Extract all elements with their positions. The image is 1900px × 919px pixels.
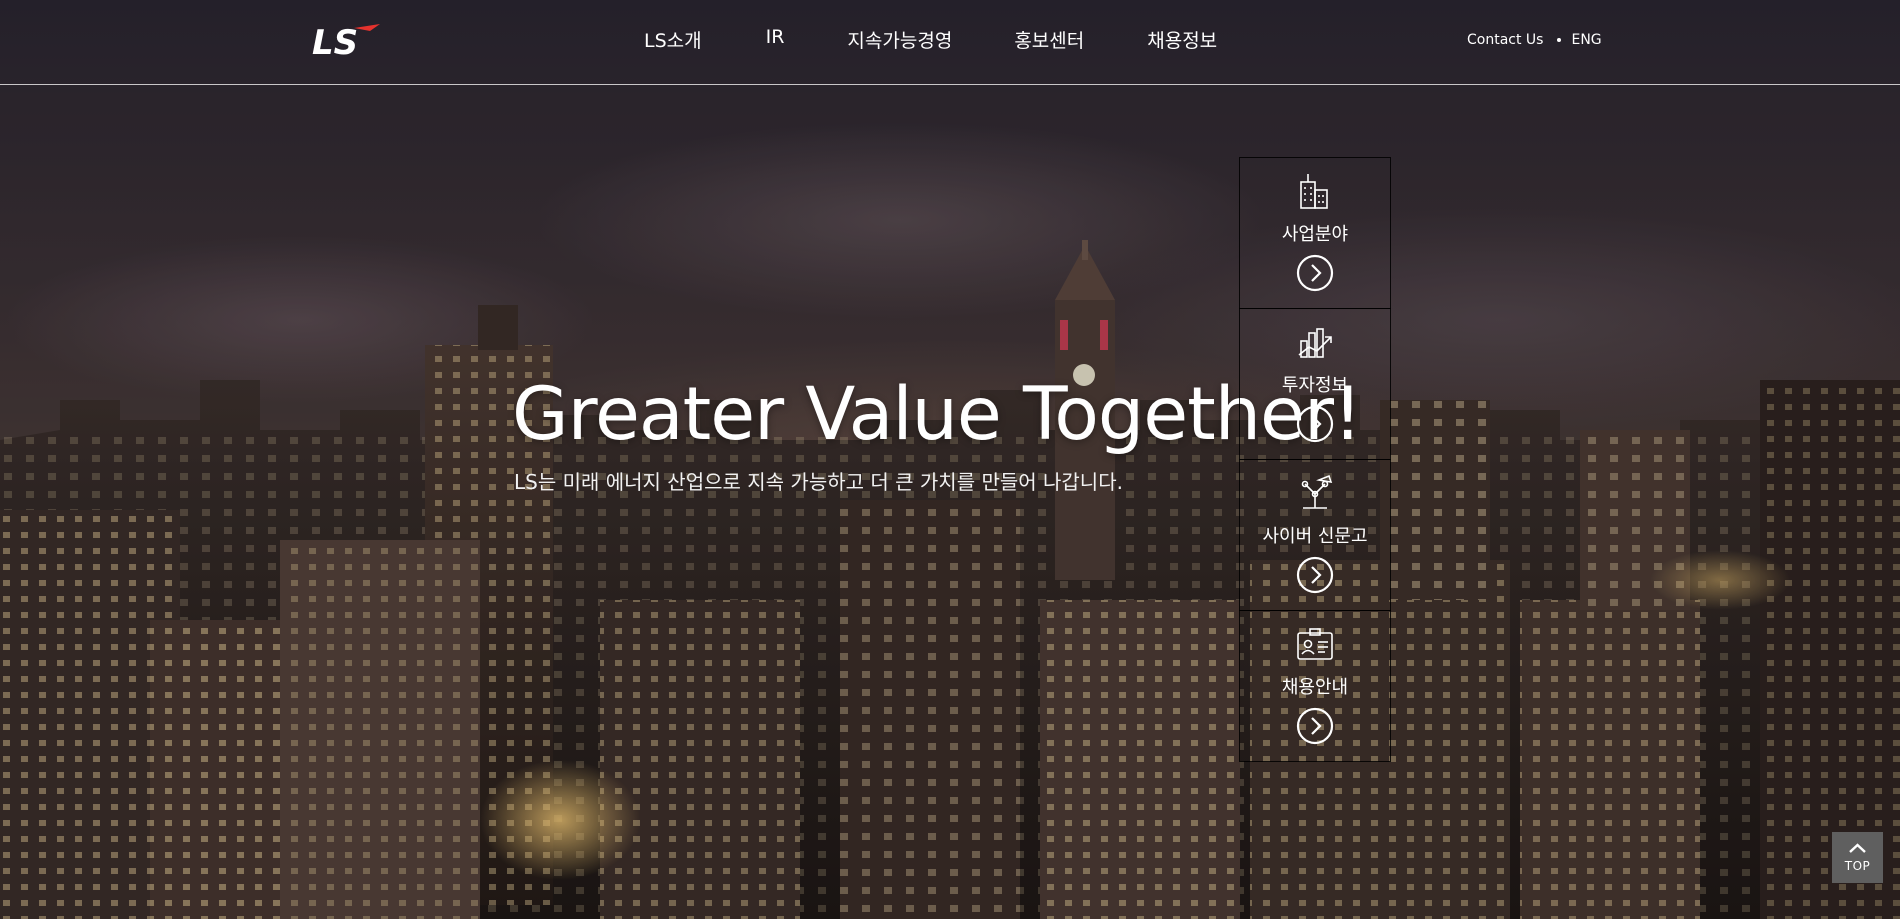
chevron-up-icon [1849, 843, 1866, 853]
hero-subtitle: LS는 미래 에너지 산업으로 지속 가능하고 더 큰 가치를 만들어 나갑니다… [514, 470, 1123, 494]
quick-menu: 사업분야 투자정보 사이버 신문고 채용안내 [1239, 157, 1391, 762]
language-eng-link[interactable]: ENG [1571, 32, 1601, 48]
circle-arrow-right-icon [1296, 707, 1334, 745]
chart-icon [1298, 328, 1332, 358]
nav-item-ls-intro[interactable]: LS소개 [644, 26, 702, 53]
quick-item-investment[interactable]: 투자정보 [1239, 308, 1391, 460]
circle-arrow-right-icon [1296, 556, 1334, 594]
building-icon [1300, 174, 1328, 209]
nav-item-ir[interactable]: IR [766, 26, 785, 53]
id-card-icon [1297, 628, 1333, 660]
utility-links: Contact Us ENG [1467, 32, 1602, 48]
hero-headline: Greater Value Together! LS는 미래 에너지 산업으로 … [512, 370, 1362, 495]
svg-text:LS: LS [312, 23, 358, 58]
ls-logo[interactable]: LS [310, 22, 382, 58]
scroll-to-top-button[interactable]: TOP [1832, 832, 1883, 883]
separator-dot [1557, 38, 1562, 42]
nav-item-pr-center[interactable]: 홍보센터 [1014, 26, 1084, 53]
lamp-icon [1301, 474, 1333, 509]
quick-label-cyber-petition: 사이버 신문고 [1262, 526, 1368, 547]
quick-label-recruitment: 채용안내 [1281, 677, 1349, 698]
quick-item-business[interactable]: 사업분야 [1239, 157, 1391, 309]
circle-arrow-right-icon [1296, 405, 1334, 443]
quick-item-recruitment[interactable]: 채용안내 [1239, 610, 1391, 762]
nav-item-sustainability[interactable]: 지속가능경영 [847, 26, 952, 53]
contact-us-link[interactable]: Contact Us [1467, 32, 1543, 48]
site-header: LS LS소개 IR 지속가능경영 홍보센터 채용정보 Contact Us E… [0, 0, 1900, 85]
quick-label-business: 사업분야 [1281, 224, 1349, 245]
top-button-label: TOP [1844, 859, 1871, 873]
main-nav: LS소개 IR 지속가능경영 홍보센터 채용정보 [620, 26, 1217, 53]
nav-item-careers[interactable]: 채용정보 [1147, 26, 1217, 53]
hero-title: Greater Value Together! [512, 372, 1362, 457]
circle-arrow-right-icon [1296, 254, 1334, 292]
quick-item-cyber-petition[interactable]: 사이버 신문고 [1239, 459, 1391, 611]
quick-label-investment: 투자정보 [1281, 375, 1349, 396]
